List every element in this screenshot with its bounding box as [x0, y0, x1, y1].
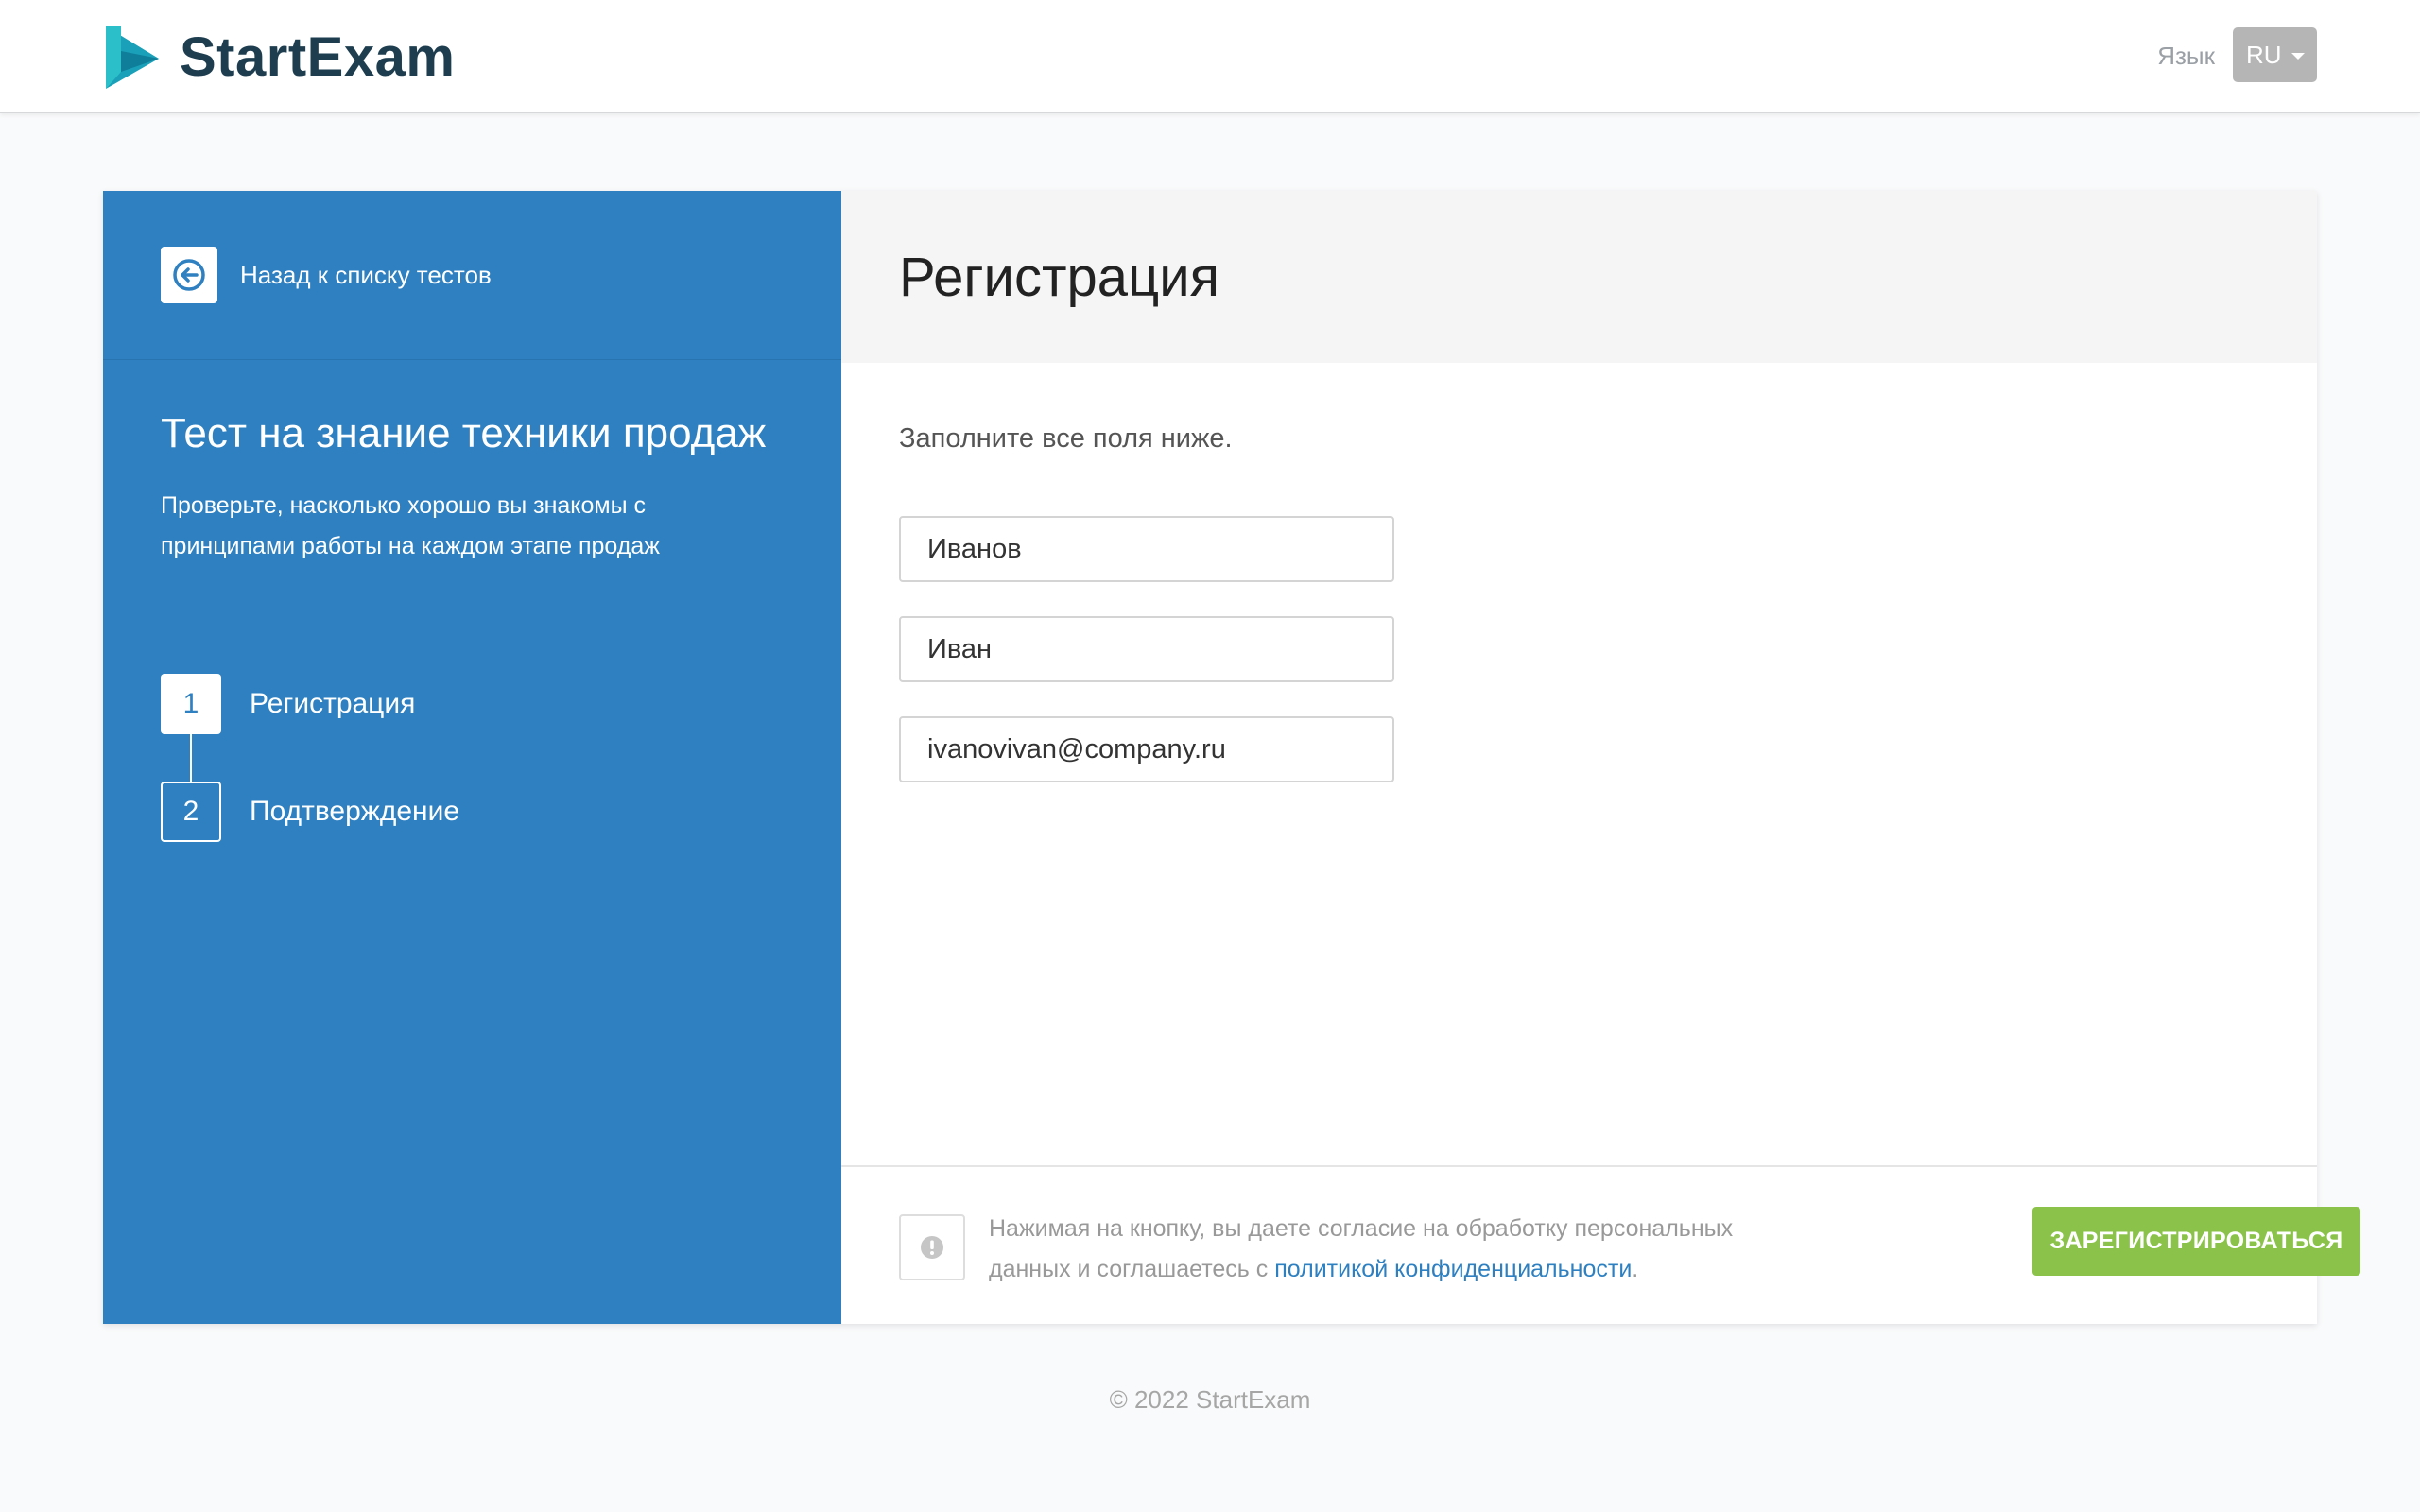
step-label: Регистрация: [250, 688, 416, 719]
chevron-down-icon: [2290, 53, 2305, 60]
registration-form: Регистрация Заполните все поля ниже. Наж…: [841, 191, 2360, 1324]
form-instruction: Заполните все поля ниже.: [899, 423, 1233, 454]
back-button[interactable]: [161, 247, 217, 303]
registration-card: Назад к списку тестов Тест на знание тех…: [103, 191, 2360, 1324]
test-sidebar: Назад к списку тестов Тест на знание тех…: [103, 191, 841, 1324]
logo-icon: [106, 26, 159, 89]
step-number: 1: [161, 674, 221, 734]
top-bar: StartExam Язык RU: [0, 0, 2420, 113]
arrow-left-circle-icon: [173, 259, 205, 291]
page-title: Регистрация: [899, 246, 1220, 308]
consent-text: Нажимая на кнопку, вы даете согласие на …: [989, 1209, 1773, 1290]
form-header: Регистрация: [841, 191, 2317, 363]
register-button[interactable]: ЗАРЕГИСТРИРОВАТЬСЯ: [2032, 1207, 2360, 1276]
step-connector: [190, 734, 192, 782]
language-value: RU: [2246, 40, 2282, 69]
test-description: Проверьте, насколько хорошо вы знакомы с…: [161, 492, 660, 559]
step-confirmation: 2 Подтверждение: [161, 782, 459, 842]
form-footer: Нажимая на кнопку, вы даете согласие на …: [841, 1165, 2360, 1324]
back-link[interactable]: Назад к списку тестов: [240, 261, 492, 290]
info-box: [899, 1214, 965, 1280]
exclamation-circle-icon: [921, 1236, 943, 1259]
step-label: Подтверждение: [250, 796, 460, 827]
back-section: Назад к списку тестов: [103, 191, 841, 360]
logo[interactable]: StartExam: [102, 23, 455, 91]
copyright: © 2022 StartExam: [1109, 1385, 1311, 1414]
last-name-field[interactable]: [899, 516, 1394, 582]
language-select[interactable]: RU: [2233, 27, 2317, 82]
logo-text: StartExam: [180, 26, 456, 88]
first-name-field[interactable]: [899, 616, 1394, 682]
language-label: Язык: [2157, 42, 2215, 70]
email-field[interactable]: [899, 716, 1394, 782]
step-registration: 1 Регистрация: [161, 674, 415, 734]
consent-end: .: [1632, 1256, 1639, 1282]
test-title: Тест на знание техники продаж: [161, 410, 767, 456]
step-number: 2: [161, 782, 221, 842]
privacy-policy-link[interactable]: политикой конфиденциальности: [1274, 1256, 1632, 1282]
